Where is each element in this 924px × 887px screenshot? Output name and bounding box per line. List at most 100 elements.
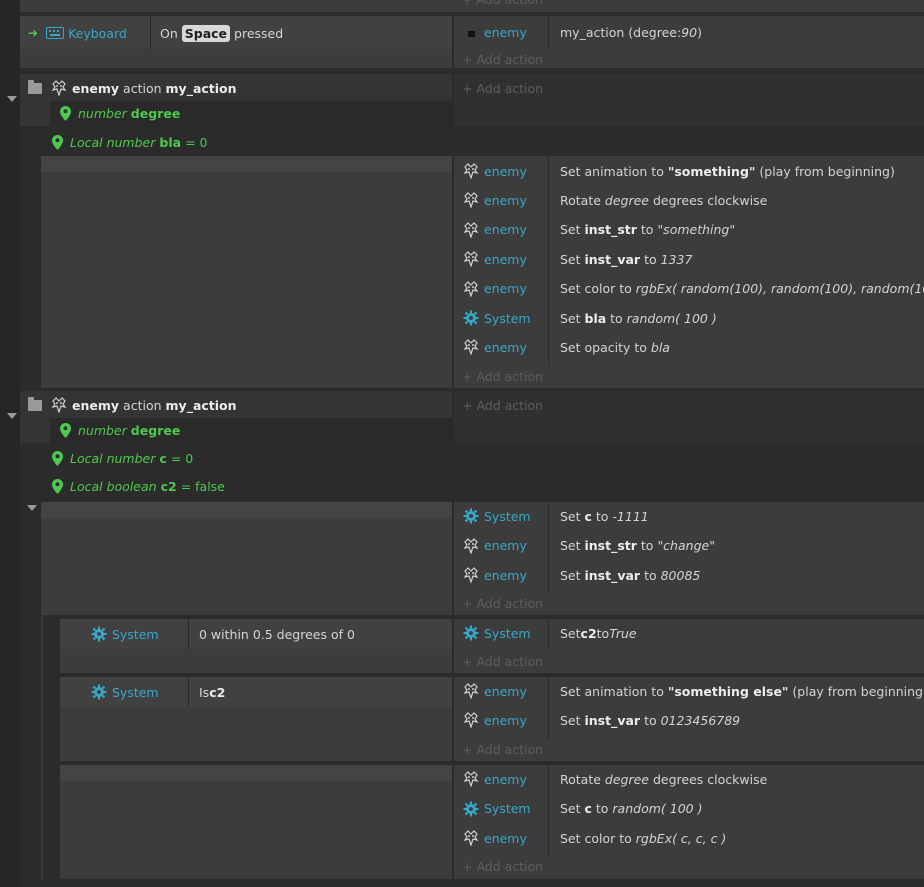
action-object[interactable]: enemy	[462, 158, 527, 184]
action-text-i1: "change"	[657, 538, 715, 553]
action-text[interactable]: Set inst_var to 0123456789	[560, 707, 740, 733]
enemy-sprite-icon	[462, 682, 480, 700]
action-text[interactable]: Set inst_str to "change"	[560, 533, 715, 559]
key-badge: Space	[181, 24, 231, 42]
action-object-name[interactable]: enemy	[484, 713, 527, 728]
action-object-name[interactable]: System	[484, 801, 531, 816]
cond-b1: c2	[209, 684, 226, 700]
action-object-name[interactable]: enemy	[484, 568, 527, 583]
local-var-pin-icon	[48, 449, 66, 467]
func1-event-cond-block[interactable]	[41, 156, 452, 388]
action-text[interactable]: Set c to random( 100 )	[560, 796, 702, 822]
func2-param[interactable]: number degree	[56, 418, 180, 443]
event1-condition[interactable]: ➜ Keyboard	[28, 20, 127, 46]
func1-expand-toggle[interactable]	[7, 96, 17, 102]
sub1-cond-obj[interactable]: System	[112, 627, 159, 642]
action-object-name[interactable]: enemy	[484, 538, 527, 553]
action-text[interactable]: Set color to rgbEx( c, c, c )	[560, 825, 726, 851]
action-object-name[interactable]: enemy	[484, 340, 527, 355]
sub3-cond-block[interactable]	[60, 765, 452, 879]
enemy-sprite-icon	[462, 829, 480, 847]
action-text-i1: rgbEx( c, c, c )	[635, 830, 727, 846]
action-object[interactable]: enemy	[462, 562, 527, 588]
action-text[interactable]: Rotate degree degrees clockwise	[560, 766, 767, 792]
action-object[interactable]: enemy	[462, 707, 527, 733]
action-text[interactable]: Set animation to "something" (play from …	[560, 158, 895, 184]
action-text[interactable]: Set inst_var to 1337	[560, 246, 692, 272]
event1-act-object[interactable]: enemy	[484, 25, 527, 40]
sub1-cond-text[interactable]: 0 within 0.5 degrees of 0	[199, 621, 355, 647]
func2-local-var-2[interactable]: Local boolean c2 = false	[48, 473, 225, 499]
add-action-func1[interactable]: + Add action	[462, 369, 543, 384]
action-object-name[interactable]: enemy	[484, 193, 527, 208]
action-text-p1: Set	[560, 801, 585, 816]
action-object[interactable]: enemy	[462, 825, 527, 851]
action-object-name[interactable]: System	[484, 311, 531, 326]
action-object[interactable]: enemy	[462, 678, 527, 704]
act-b1: c2	[580, 625, 597, 641]
action-text[interactable]: Set bla to random( 100 )	[560, 305, 717, 331]
func2-title[interactable]: enemy action my_action	[28, 392, 237, 418]
sub2-cond-text[interactable]: Is c2	[199, 679, 225, 705]
func1-local-var[interactable]: Local number bla = 0	[48, 129, 207, 155]
action-object-name[interactable]: enemy	[484, 772, 527, 787]
action-object-name[interactable]: enemy	[484, 164, 527, 179]
action-text[interactable]: Rotate degree degrees clockwise	[560, 187, 767, 213]
action-object-name[interactable]: enemy	[484, 831, 527, 846]
func2-event-cond-block[interactable]	[41, 502, 452, 615]
action-object[interactable]: enemy	[462, 246, 527, 272]
action-object-name[interactable]: enemy	[484, 281, 527, 296]
sub2-condition[interactable]: System	[90, 679, 159, 705]
sub1-action[interactable]: System	[462, 620, 531, 646]
action-text[interactable]: Set inst_str to "something"	[560, 217, 735, 243]
add-action-func1-header[interactable]: + Add action	[462, 81, 543, 96]
action-object[interactable]: enemy	[462, 533, 527, 559]
action-text[interactable]: Set c to -1111	[560, 503, 649, 529]
action-object[interactable]: enemy	[462, 276, 527, 302]
action-text-p1: Set animation to	[560, 683, 668, 699]
sub2-cond-obj[interactable]: System	[112, 685, 159, 700]
action-object-name[interactable]: enemy	[484, 684, 527, 699]
action-object[interactable]: System	[462, 503, 531, 529]
action-object[interactable]: enemy	[462, 766, 527, 792]
action-object[interactable]: System	[462, 796, 531, 822]
action-text-i1: bla	[650, 339, 670, 355]
divider	[548, 765, 549, 855]
system-gear-icon	[462, 800, 480, 818]
action-text[interactable]: Set inst_var to 80085	[560, 562, 700, 588]
sub1-act-text[interactable]: Set c2 to True	[560, 620, 637, 646]
action-text[interactable]: Set animation to "something else" (play …	[560, 678, 924, 704]
action-object-name[interactable]: enemy	[484, 222, 527, 237]
action-object[interactable]: enemy	[462, 217, 527, 243]
event1-action[interactable]: enemy	[462, 19, 527, 45]
action-text-i1: 0123456789	[660, 712, 741, 728]
enemy-sprite-icon	[462, 191, 480, 209]
add-action-top[interactable]: + Add action	[462, 0, 543, 6]
sub1-act-obj[interactable]: System	[484, 626, 531, 641]
func2-expand-toggle[interactable]	[7, 413, 17, 419]
action-text[interactable]: Set opacity to bla	[560, 334, 670, 360]
func1-param[interactable]: number degree	[56, 101, 180, 126]
event1-cond-object[interactable]: Keyboard	[68, 26, 127, 41]
add-action-func2-header[interactable]: + Add action	[462, 398, 543, 413]
func1-title[interactable]: enemy action my_action	[28, 75, 237, 101]
add-action-sub3[interactable]: + Add action	[462, 859, 543, 874]
action-text[interactable]: Set color to rgbEx( random(100), random(…	[560, 276, 924, 302]
add-action-sub2[interactable]: + Add action	[462, 742, 543, 757]
func2-event-expand-toggle[interactable]	[27, 505, 37, 511]
add-action-func2[interactable]: + Add action	[462, 596, 543, 611]
action-object-name[interactable]: System	[484, 509, 531, 524]
enemy-sprite-icon	[462, 338, 480, 356]
action-object[interactable]: enemy	[462, 334, 527, 360]
func1-mid: action	[123, 80, 162, 96]
event1-act-text[interactable]: my_action (degree: 90)	[560, 19, 702, 45]
action-object[interactable]: enemy	[462, 187, 527, 213]
sub1-condition[interactable]: System	[90, 621, 159, 647]
func2-local-var-1[interactable]: Local number c = 0	[48, 445, 193, 471]
action-object-name[interactable]: enemy	[484, 252, 527, 267]
event1-cond-text[interactable]: On Space pressed	[160, 20, 283, 46]
divider	[188, 677, 189, 707]
add-action-sub1[interactable]: + Add action	[462, 654, 543, 669]
add-action-event1[interactable]: + Add action	[462, 52, 543, 67]
action-object[interactable]: System	[462, 305, 531, 331]
